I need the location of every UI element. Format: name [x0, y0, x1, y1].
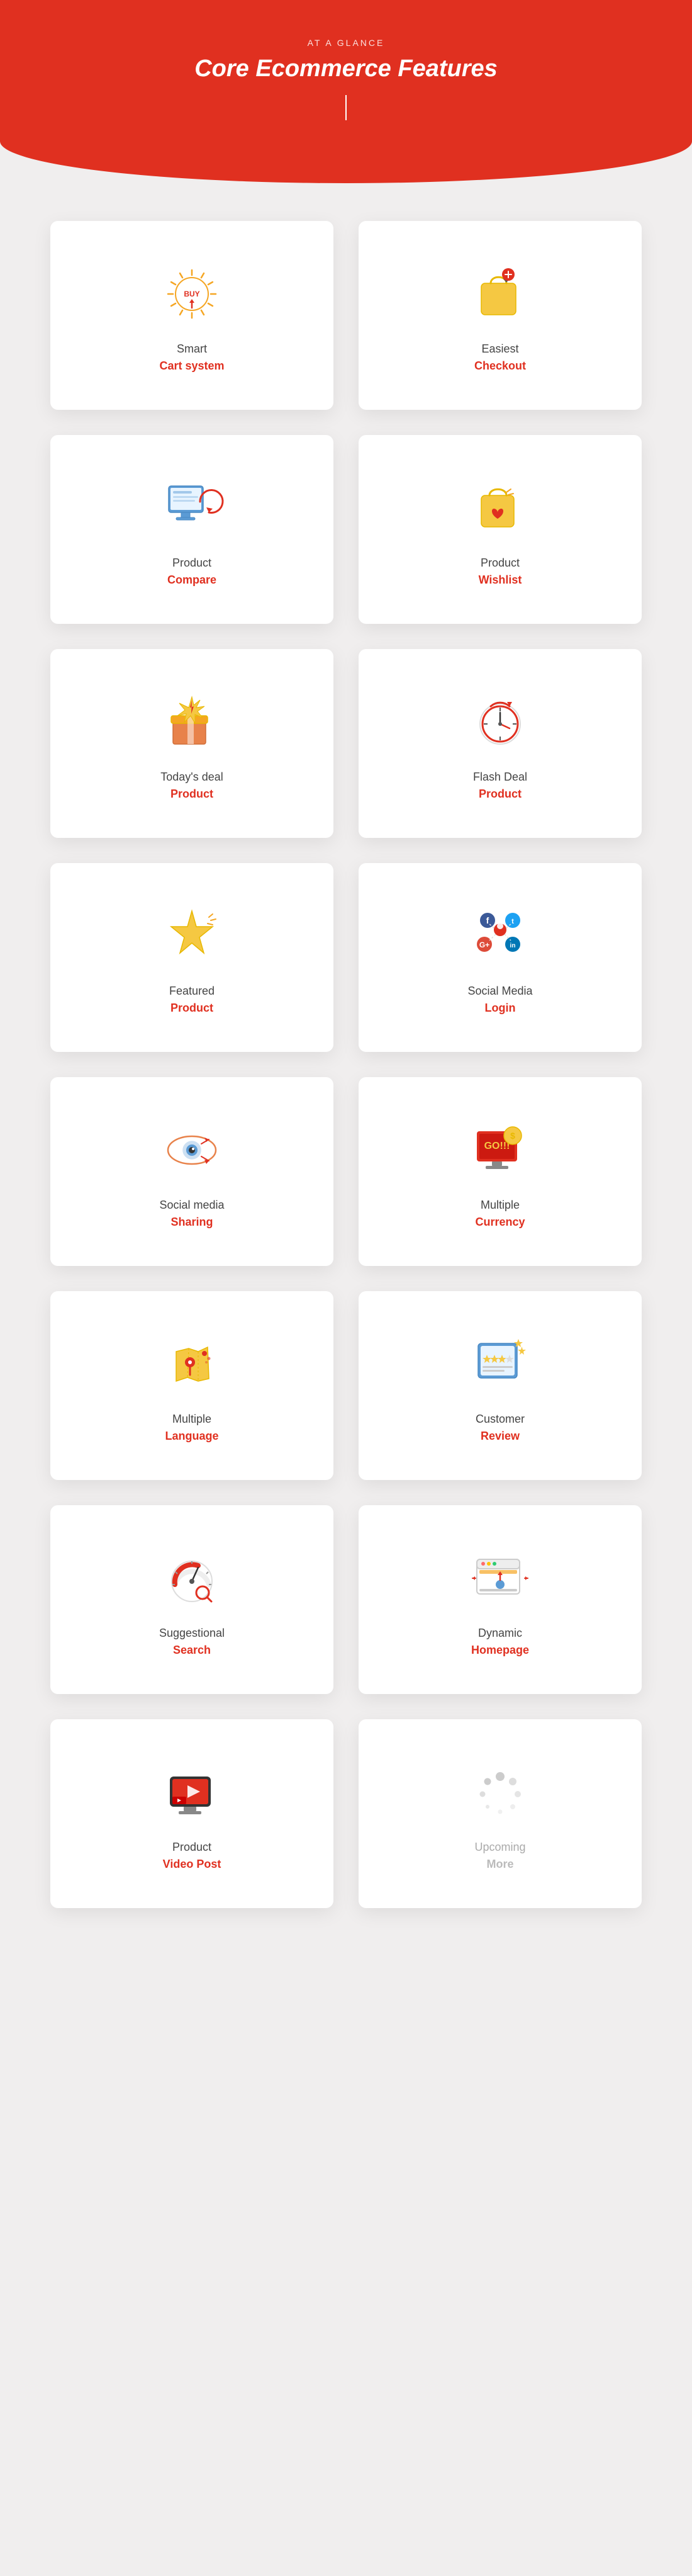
multiple-currency-icon: GO!!! $	[469, 1119, 532, 1182]
social-media-sharing-icon	[160, 1119, 223, 1182]
card-social-media-login: f t G+ in Social M	[359, 863, 642, 1052]
flash-deal-icon	[469, 691, 532, 754]
multiple-currency-label: Multiple Currency	[475, 1197, 525, 1231]
customer-review-icon	[469, 1333, 532, 1396]
upcoming-more-label: Upcoming More	[474, 1839, 525, 1873]
upcoming-more-icon	[469, 1761, 532, 1824]
product-video-post-label: Product Video Post	[163, 1839, 221, 1873]
svg-text:BUY: BUY	[184, 290, 199, 298]
card-flash-deal: Flash Deal Product	[359, 649, 642, 838]
social-media-sharing-label: Social media Sharing	[159, 1197, 224, 1231]
easiest-checkout-label: Easiest Checkout	[474, 341, 526, 375]
social-media-login-label: Social Media Login	[467, 983, 532, 1017]
social-media-login-icon: f t G+ in	[469, 905, 532, 968]
header-title: Core Ecommerce Features	[13, 55, 679, 82]
product-video-post-icon	[160, 1761, 223, 1824]
svg-text:f: f	[486, 915, 489, 925]
card-upcoming-more: Upcoming More	[359, 1719, 642, 1908]
page-header: AT A GLANCE Core Ecommerce Features	[0, 0, 692, 183]
featured-product-label: Featured Product	[169, 983, 215, 1017]
multiple-language-icon	[160, 1333, 223, 1396]
card-customer-review: Customer Review	[359, 1291, 642, 1480]
card-todays-deal: Today's deal Product	[50, 649, 333, 838]
flash-deal-label: Flash Deal Product	[473, 769, 527, 803]
todays-deal-label: Today's deal Product	[160, 769, 223, 803]
featured-product-icon	[160, 905, 223, 968]
customer-review-label: Customer Review	[476, 1411, 525, 1445]
product-wishlist-label: Product Wishlist	[479, 555, 522, 589]
svg-text:GO!!!: GO!!!	[484, 1141, 510, 1151]
svg-text:$: $	[510, 1131, 515, 1141]
product-compare-icon	[160, 477, 223, 539]
card-smart-cart: BUY Smart Cart system	[50, 221, 333, 410]
header-divider	[345, 95, 347, 120]
card-product-video-post: Product Video Post	[50, 1719, 333, 1908]
card-multiple-language: Multiple Language	[50, 1291, 333, 1480]
todays-deal-icon	[160, 691, 223, 754]
product-compare-label: Product Compare	[167, 555, 216, 589]
features-grid: BUY Smart Cart system	[0, 183, 692, 1946]
card-dynamic-homepage: Dynamic Homepage	[359, 1505, 642, 1694]
svg-text:G+: G+	[479, 941, 489, 949]
svg-text:in: in	[510, 942, 516, 949]
card-multiple-currency: GO!!! $ Multiple Currency	[359, 1077, 642, 1266]
card-product-wishlist: Product Wishlist	[359, 435, 642, 624]
card-social-media-sharing: Social media Sharing	[50, 1077, 333, 1266]
easiest-checkout-icon	[469, 263, 532, 325]
multiple-language-label: Multiple Language	[165, 1411, 218, 1445]
card-suggestional-search: Suggestional Search	[50, 1505, 333, 1694]
smart-cart-label: Smart Cart system	[159, 341, 224, 375]
card-easiest-checkout: Easiest Checkout	[359, 221, 642, 410]
card-product-compare: Product Compare	[50, 435, 333, 624]
suggestional-search-label: Suggestional Search	[159, 1625, 225, 1659]
product-wishlist-icon	[469, 477, 532, 539]
dynamic-homepage-icon	[469, 1547, 532, 1610]
card-featured-product: Featured Product	[50, 863, 333, 1052]
suggestional-search-icon	[160, 1547, 223, 1610]
svg-text:t: t	[511, 918, 514, 925]
dynamic-homepage-label: Dynamic Homepage	[471, 1625, 529, 1659]
smart-cart-icon: BUY	[160, 263, 223, 325]
header-subtitle: AT A GLANCE	[13, 38, 679, 48]
